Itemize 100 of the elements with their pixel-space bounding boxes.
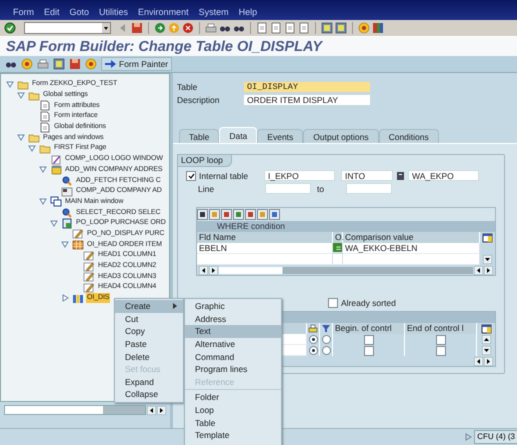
caret-down-icon[interactable] <box>50 220 58 227</box>
scroll-left-icon[interactable] <box>147 406 156 414</box>
checkbox[interactable] <box>436 334 446 344</box>
scroll-right-icon[interactable] <box>157 406 166 414</box>
table-cell[interactable] <box>197 254 333 265</box>
command-field[interactable] <box>24 22 111 34</box>
magnifier-icon <box>61 207 73 218</box>
menu-item[interactable]: Text <box>185 325 281 338</box>
layout-icon[interactable] <box>372 22 384 34</box>
menu-item[interactable]: Copy <box>115 325 183 338</box>
scrollbar[interactable] <box>219 266 473 274</box>
menu-item[interactable]: Table <box>185 416 281 429</box>
triangle-right-icon[interactable] <box>465 433 472 441</box>
radio-button[interactable] <box>308 346 318 355</box>
caret-down-icon[interactable] <box>6 80 14 88</box>
menu-item[interactable]: Create <box>115 300 183 313</box>
scroll-left-icon[interactable] <box>474 356 483 366</box>
column-header[interactable]: Begin. of contrl <box>333 323 405 334</box>
dropdown-icon[interactable] <box>102 23 110 33</box>
scroll-down-icon[interactable] <box>482 346 490 355</box>
tab[interactable]: Events <box>257 129 304 143</box>
menu-item[interactable]: Graphic <box>185 300 281 313</box>
operator-label[interactable]: = <box>333 243 343 253</box>
caret-down-icon[interactable] <box>39 166 47 174</box>
menu-item[interactable]: Paste <box>115 338 183 350</box>
column-header[interactable]: Fld Name <box>197 232 333 243</box>
folder-icon <box>28 90 40 101</box>
text-field[interactable] <box>346 183 392 194</box>
pencil-icon <box>83 260 95 272</box>
menu-item[interactable]: Help <box>238 7 258 17</box>
scroll-right-icon[interactable] <box>484 266 493 274</box>
menu-item[interactable]: Folder <box>185 391 281 404</box>
page-icon[interactable] <box>256 22 268 34</box>
menu-item[interactable]: Goto <box>70 7 90 17</box>
text-field[interactable]: I_EKPO <box>264 170 335 181</box>
field-label: Description <box>177 94 221 104</box>
text-field[interactable]: WA_EKPO <box>408 170 479 181</box>
caret-down-icon[interactable] <box>61 241 69 248</box>
radio-button[interactable] <box>322 335 330 344</box>
text-field[interactable] <box>265 183 311 194</box>
menu-item[interactable]: Cut <box>115 312 183 326</box>
scroll-right-icon[interactable] <box>484 356 493 366</box>
page-icon[interactable] <box>298 22 310 34</box>
page-icon[interactable] <box>284 22 296 34</box>
table-cell: EBELN <box>197 243 333 254</box>
card-icon <box>61 186 73 197</box>
tab[interactable]: Output options <box>303 129 379 143</box>
menu-item[interactable]: Expand <box>115 376 183 388</box>
menu-item[interactable]: Form <box>13 7 34 17</box>
scroll-down-icon[interactable] <box>482 255 492 264</box>
column-header[interactable]: End of control l <box>405 323 477 334</box>
enter-icon[interactable] <box>4 22 16 34</box>
caret-right-icon[interactable] <box>62 294 68 302</box>
menu-item[interactable]: Delete <box>115 350 183 363</box>
table-settings-icon[interactable] <box>480 324 492 334</box>
print-icon[interactable] <box>205 22 217 34</box>
checkbox[interactable] <box>364 334 374 344</box>
radio-button[interactable] <box>308 335 318 344</box>
menu-item[interactable]: Program lines <box>185 362 281 376</box>
text-field[interactable]: ORDER ITEM DISPLAY <box>243 94 371 106</box>
scroll-up-icon[interactable] <box>482 335 490 344</box>
caret-down-icon[interactable] <box>17 92 25 99</box>
menu-item[interactable]: Address <box>185 312 281 326</box>
table-cell[interactable] <box>343 254 480 265</box>
tab[interactable]: Table <box>179 129 220 143</box>
sorted-checkbox[interactable] <box>328 298 338 308</box>
caret-down-icon[interactable] <box>39 198 47 206</box>
menu-item[interactable]: Alternative <box>185 338 281 350</box>
screen-title: SAP Form Builder: Change Table OI_DISPLAY <box>6 38 322 54</box>
table-settings-icon[interactable] <box>482 232 492 242</box>
menu-item[interactable]: Loop <box>185 404 281 416</box>
checkbox[interactable] <box>436 346 446 356</box>
page-icon[interactable] <box>270 22 282 34</box>
menu-item[interactable]: Utilities <box>99 7 128 17</box>
internal-table-checkbox[interactable] <box>186 170 196 180</box>
menu-item[interactable]: Template <box>185 428 281 442</box>
tab[interactable]: Conditions <box>378 129 439 143</box>
menu-item[interactable]: System <box>198 7 229 17</box>
table-cell[interactable] <box>333 254 343 265</box>
column-header[interactable]: O. <box>333 232 343 243</box>
checkbox[interactable] <box>364 346 374 356</box>
scroll-right-icon[interactable] <box>209 266 218 274</box>
menu-item[interactable]: Edit <box>44 7 60 17</box>
menu-item[interactable]: Collapse <box>115 388 183 401</box>
scroll-left-icon[interactable] <box>474 266 483 274</box>
caret-down-icon[interactable] <box>28 144 36 152</box>
radio-button[interactable] <box>322 346 330 355</box>
tab[interactable]: Data <box>219 127 258 143</box>
arrow-circle-icon[interactable] <box>154 22 166 34</box>
cancel-icon[interactable] <box>182 22 194 34</box>
menu-item[interactable]: Environment <box>138 7 189 17</box>
save-icon[interactable] <box>131 22 143 34</box>
menu-item[interactable]: Command <box>185 350 281 363</box>
column-header[interactable]: Comparison value <box>343 232 480 243</box>
text-field[interactable]: OI_DISPLAY <box>243 80 371 92</box>
caret-down-icon[interactable] <box>17 134 25 142</box>
form-painter-button[interactable]: Form Painter <box>101 57 172 71</box>
loop-icon <box>61 218 73 229</box>
scroll-left-icon[interactable] <box>199 266 208 274</box>
scrollbar[interactable] <box>4 405 146 415</box>
